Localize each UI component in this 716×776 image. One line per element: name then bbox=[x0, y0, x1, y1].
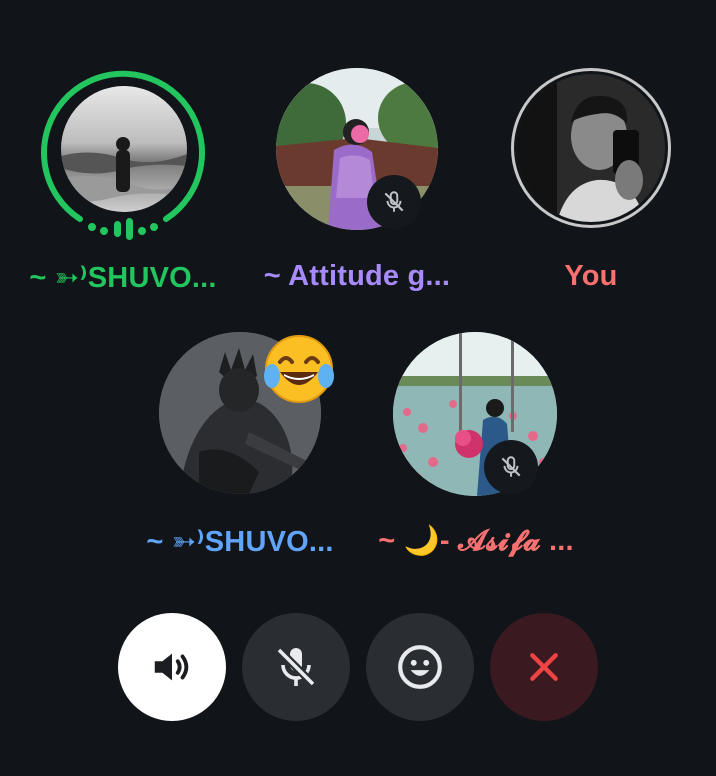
mic-toggle-button[interactable] bbox=[242, 613, 350, 721]
participant-tile[interactable]: You bbox=[471, 60, 711, 310]
participant-name: ~ ➳⁾SHUVO... bbox=[29, 262, 217, 294]
reaction-badge bbox=[262, 332, 336, 406]
mic-off-icon bbox=[384, 191, 404, 212]
mic-off-icon bbox=[501, 456, 521, 477]
speaker-button[interactable] bbox=[118, 613, 226, 721]
smiley-icon bbox=[398, 645, 442, 689]
mic-off-icon bbox=[276, 647, 316, 687]
participant-name: You bbox=[564, 260, 618, 292]
reaction-button[interactable] bbox=[366, 613, 474, 721]
tears-of-joy-emoji-icon bbox=[264, 335, 334, 403]
participant-tile[interactable]: ~ ➳⁾SHUVO... bbox=[120, 326, 360, 566]
participant-tile[interactable]: ~ ➳⁾SHUVO... bbox=[3, 60, 243, 310]
avatar bbox=[517, 74, 665, 222]
participant-tile[interactable]: ~ 🌙- 𝓐𝓼𝓲𝓯𝓪 ... bbox=[356, 326, 596, 566]
participant-name: ~ 🌙- 𝓐𝓼𝓲𝓯𝓪 ... bbox=[378, 525, 574, 557]
speaker-icon bbox=[154, 653, 189, 681]
avatar bbox=[61, 86, 187, 212]
participant-name: ~ Attitude g... bbox=[263, 260, 451, 292]
close-icon bbox=[530, 653, 558, 681]
mic-muted-badge bbox=[484, 440, 538, 494]
mic-muted-badge bbox=[367, 175, 421, 229]
end-call-button[interactable] bbox=[490, 613, 598, 721]
call-controls bbox=[0, 612, 716, 722]
participant-name: ~ ➳⁾SHUVO... bbox=[146, 526, 334, 558]
participant-tile[interactable]: ~ Attitude g... bbox=[237, 60, 477, 310]
voice-chat-screen: ~ ➳⁾SHUVO... ~ Attitude g... You ~ ➳⁾SHU… bbox=[0, 0, 716, 776]
